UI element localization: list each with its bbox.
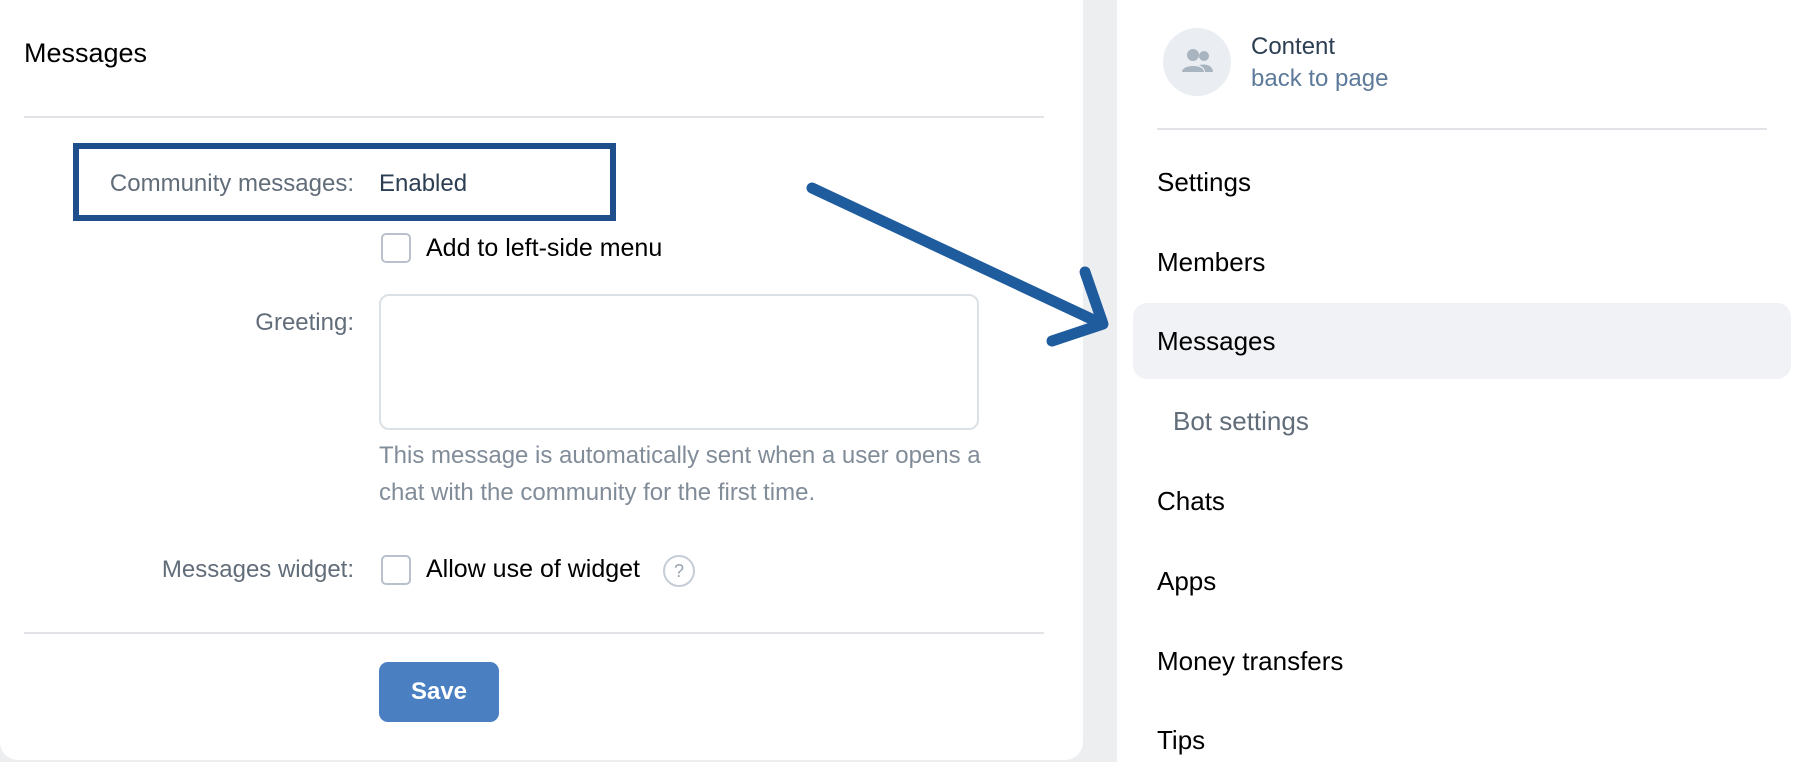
left-menu-checkbox[interactable] [381, 233, 411, 263]
greeting-input[interactable] [379, 294, 979, 430]
nav-divider [1157, 128, 1767, 130]
help-icon[interactable]: ? [663, 555, 695, 587]
greeting-label: Greeting: [255, 309, 354, 336]
widget-checkbox-label[interactable]: Allow use of widget [426, 555, 640, 584]
back-to-page-link[interactable]: back to page [1251, 65, 1388, 93]
messages-widget-label: Messages widget: [161, 556, 354, 583]
left-menu-checkbox-label[interactable]: Add to left-side menu [426, 234, 662, 263]
nav-item-bot-settings[interactable]: Bot settings [1133, 383, 1791, 459]
header-divider [24, 116, 1044, 118]
nav-item-messages[interactable]: Messages [1133, 303, 1791, 379]
nav-item-apps[interactable]: Apps [1133, 543, 1791, 619]
nav-item-members[interactable]: Members [1133, 224, 1791, 300]
stage: Messages Community messages: Enabled Add… [0, 0, 1798, 762]
nav-item-settings[interactable]: Settings [1133, 144, 1791, 220]
nav-item-chats[interactable]: Chats [1133, 463, 1791, 539]
footer-divider [24, 632, 1044, 634]
community-avatar[interactable] [1163, 28, 1231, 96]
nav-header-title[interactable]: Content [1251, 33, 1335, 61]
nav-item-money-transfers[interactable]: Money transfers [1133, 623, 1791, 699]
highlight-box [73, 143, 616, 221]
nav-item-tips[interactable]: Tips [1133, 702, 1791, 762]
save-button[interactable]: Save [379, 662, 499, 722]
community-icon [1182, 49, 1213, 72]
page-title: Messages [24, 38, 148, 68]
widget-checkbox[interactable] [381, 555, 411, 585]
greeting-hint: This message is automatically sent when … [379, 442, 981, 506]
